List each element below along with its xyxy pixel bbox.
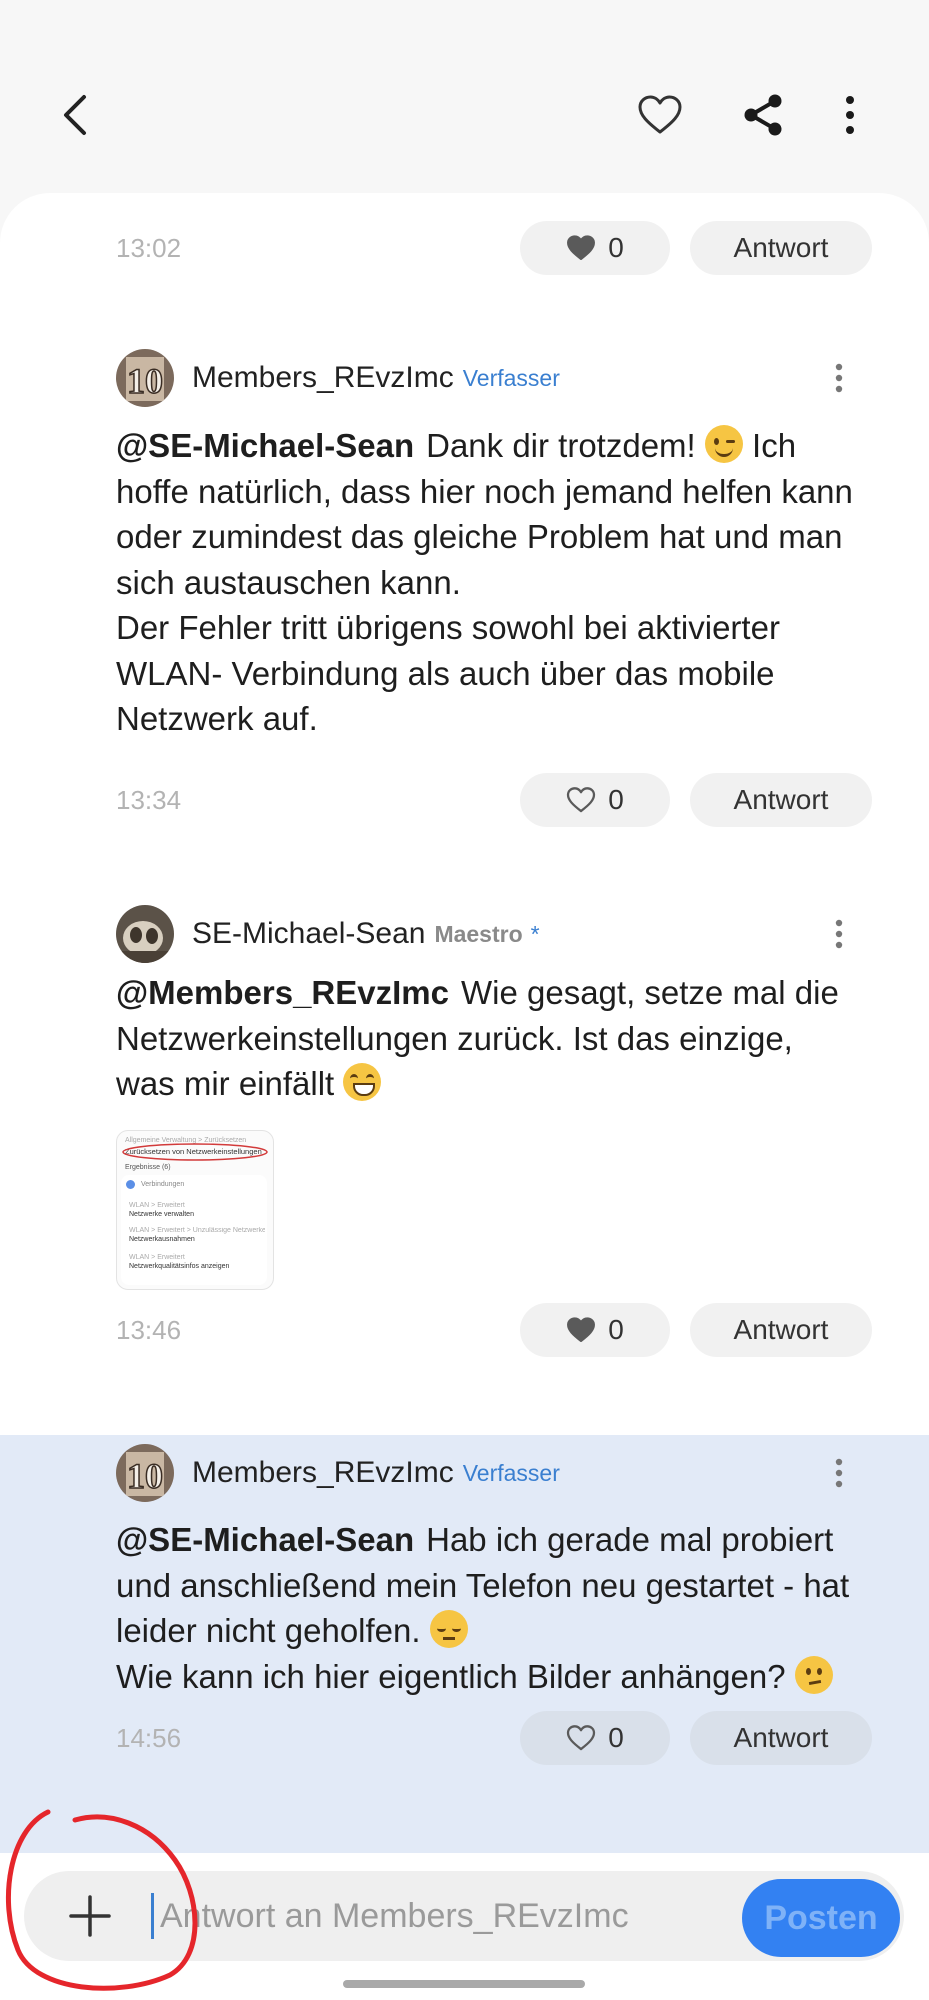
- like-thread-button[interactable]: [620, 80, 700, 150]
- like-button[interactable]: 0: [520, 1303, 670, 1357]
- thinking-emoji-icon: [794, 1655, 833, 1694]
- author-name[interactable]: SE-Michael-Sean: [192, 917, 425, 951]
- svg-text:10: 10: [127, 1456, 163, 1496]
- thumb-item-label: Netzwerke verwalten: [129, 1211, 194, 1218]
- comment-text: Dank dir trotzdem!: [426, 427, 696, 464]
- avatar[interactable]: 10: [116, 1444, 174, 1502]
- more-vertical-icon: [835, 363, 843, 393]
- author-row: SE-Michael-Sean Maestro *: [116, 904, 540, 964]
- like-count: 0: [608, 1722, 624, 1753]
- mention-link[interactable]: @Members_REvzImc: [116, 974, 449, 1011]
- like-button[interactable]: 0: [520, 221, 670, 275]
- author-badge: Verfasser: [462, 1459, 560, 1486]
- thumb-item-path: WLAN > Erweitert: [129, 1202, 185, 1209]
- attachment-thumbnail[interactable]: Allgemeine Verwaltung > Zurücksetzen Zur…: [116, 1130, 274, 1290]
- comment-body: @Members_REvzImc Wie gesagt, setze mal di…: [116, 970, 856, 1107]
- comment-more-button[interactable]: [819, 348, 859, 408]
- thumb-item-path: WLAN > Erweitert: [129, 1254, 185, 1261]
- reply-button[interactable]: Antwort: [690, 221, 872, 275]
- thumb-item-label: Netzwerkausnahmen: [129, 1236, 195, 1243]
- more-vertical-icon: [846, 96, 854, 134]
- heart-filled-icon: [567, 235, 596, 261]
- svg-text:10: 10: [127, 361, 163, 401]
- comment-body: @SE-Michael-Sean Dank dir trotzdem! Ich h…: [116, 423, 856, 742]
- author-name[interactable]: Members_REvzImc: [192, 1456, 454, 1490]
- home-indicator[interactable]: [343, 1980, 585, 1988]
- more-vertical-icon: [835, 919, 843, 949]
- comment-text: Der Fehler tritt übrigens sowohl bei akt…: [116, 609, 780, 737]
- comment-item-highlighted: 10 Members_REvzImc Verfasser @SE-Michael…: [0, 1435, 929, 1853]
- thumb-result-card: Verbindungen WLAN > Erweitert Netzwerke …: [121, 1175, 267, 1285]
- wink-emoji-icon: [704, 425, 743, 463]
- comments-list: 13:02 0 Antwort 10 Members_REvzImc Verfa…: [0, 193, 929, 1853]
- author-badge: Verfasser: [462, 364, 560, 391]
- reply-composer: Posten: [0, 1853, 929, 2000]
- mention-link[interactable]: @SE-Michael-Sean: [116, 1521, 414, 1558]
- comment-more-button[interactable]: [819, 904, 859, 964]
- comment-time: 14:56: [116, 1723, 182, 1753]
- author-row: 10 Members_REvzImc Verfasser: [116, 348, 560, 408]
- wifi-icon: [126, 1180, 135, 1189]
- reply-button[interactable]: Antwort: [690, 1711, 872, 1765]
- text-cursor: [151, 1893, 154, 1939]
- more-vertical-icon: [835, 1458, 843, 1488]
- back-arrow-icon: [64, 95, 86, 135]
- author-row: 10 Members_REvzImc Verfasser: [116, 1443, 560, 1503]
- comment-item: SE-Michael-Sean Maestro * @Members_REvzI…: [0, 753, 929, 1357]
- avatar[interactable]: 10: [116, 349, 174, 407]
- author-rank: Maestro: [434, 920, 523, 947]
- comment-time: 13:46: [116, 1315, 182, 1345]
- grin-emoji-icon: [343, 1063, 382, 1101]
- share-icon: [744, 94, 781, 136]
- like-button[interactable]: 0: [520, 1711, 670, 1765]
- comment-item: 13:02 0 Antwort: [0, 193, 929, 313]
- back-button[interactable]: [40, 80, 110, 150]
- heart-outline-icon: [638, 95, 682, 134]
- add-attachment-button[interactable]: [55, 1871, 125, 1961]
- like-count: 0: [608, 1314, 624, 1345]
- avatar[interactable]: [116, 905, 174, 963]
- pensive-emoji-icon: [429, 1610, 468, 1648]
- thumb-results: Ergebnisse (6): [125, 1164, 171, 1171]
- heart-filled-icon: [567, 1317, 596, 1343]
- rank-star: *: [530, 920, 540, 947]
- mention-link[interactable]: @SE-Michael-Sean: [116, 427, 414, 464]
- heart-outline-icon: [567, 1725, 596, 1751]
- comment-item: 10 Members_REvzImc Verfasser @SE-Michael…: [0, 313, 929, 827]
- post-button[interactable]: Posten: [742, 1879, 900, 1957]
- reply-input[interactable]: [160, 1871, 720, 1961]
- red-underline-mark: [122, 1143, 268, 1161]
- reply-button[interactable]: Antwort: [690, 1303, 872, 1357]
- thumb-item-label: Netzwerkqualitätsinfos anzeigen: [129, 1263, 230, 1270]
- comment-more-button[interactable]: [819, 1443, 859, 1503]
- more-options-button[interactable]: [815, 80, 885, 150]
- comment-text: Wie kann ich hier eigentlich Bilder anhä…: [116, 1657, 786, 1695]
- like-count: 0: [608, 232, 624, 263]
- comment-time: 13:02: [116, 233, 182, 263]
- thumb-item-path: WLAN > Erweitert > Unzulässige Netzwerke…: [129, 1227, 265, 1234]
- author-name[interactable]: Members_REvzImc: [192, 361, 454, 395]
- share-button[interactable]: [725, 80, 800, 150]
- top-app-bar: [0, 0, 929, 190]
- comment-body: @SE-Michael-Sean Hab ich gerade mal probi…: [116, 1517, 856, 1699]
- plus-icon: [69, 1895, 111, 1937]
- thumb-section: Verbindungen: [141, 1181, 185, 1188]
